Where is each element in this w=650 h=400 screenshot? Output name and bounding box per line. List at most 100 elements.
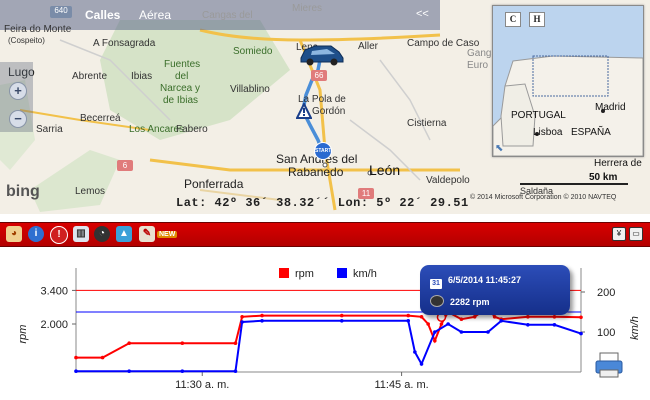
zoom-in-button[interactable]: + <box>9 82 27 100</box>
overview-button-c[interactable]: C <box>505 12 521 27</box>
y-tick-label: 2.000 <box>40 319 68 331</box>
y2-tick-label: 100 <box>597 327 615 339</box>
scale-label: 50 km <box>589 172 618 183</box>
data-point-rpm <box>426 322 430 326</box>
place-label: Fuentes <box>164 59 201 70</box>
y2-tick-label: 200 <box>597 287 615 299</box>
alert-icon[interactable]: ! <box>50 226 68 244</box>
tooltip-date-row: 31 6/5/2014 11:45:27 <box>430 275 521 289</box>
tab-streets[interactable]: Calles <box>85 8 120 22</box>
place-label: Mieres <box>292 3 323 14</box>
data-point-rpm <box>492 315 497 319</box>
place-label: Euro <box>467 60 489 71</box>
data-point-rpm <box>459 317 464 321</box>
map-tile-number: 640 <box>50 6 72 18</box>
data-point-rpm <box>419 315 424 319</box>
x-tick-label: 11:45 a. m. <box>374 379 428 391</box>
place-label: Villablino <box>230 84 270 95</box>
data-point-rpm <box>100 355 105 360</box>
data-point-rpm <box>180 341 185 345</box>
data-point-rpm <box>526 315 530 319</box>
place-label: Lemos <box>75 186 106 197</box>
speedometer-icon[interactable]: ◔ <box>94 226 110 242</box>
place-label: de Ibias <box>163 95 199 106</box>
place-label: Ponferrada <box>184 177 244 191</box>
data-point-km/h <box>74 369 78 373</box>
x-tick-label: 11:30 a. m. <box>175 379 229 391</box>
data-point-rpm <box>240 315 244 319</box>
data-point-km/h <box>127 369 131 373</box>
palette-icon[interactable]: ◕ <box>6 226 22 242</box>
overview-map[interactable]: C H PORTUGAL Madrid Lisboa ESPAÑA ⬉ <box>492 5 644 157</box>
data-point-km/h <box>526 323 530 327</box>
road-badge: 6 <box>117 160 133 171</box>
collapse-panel-button[interactable]: ¥ <box>612 227 626 241</box>
data-point-km/h <box>180 369 185 373</box>
ov-city-label: Lisboa <box>533 127 563 138</box>
zoom-out-button[interactable]: − <box>9 110 27 128</box>
data-point-rpm <box>260 313 264 318</box>
road-badge: 66 <box>311 70 327 81</box>
chart-icon[interactable]: ▲ <box>116 226 132 242</box>
data-point-km/h <box>233 369 238 373</box>
place-label: León <box>369 162 401 178</box>
data-point-rpm <box>406 313 411 318</box>
place-label: Narcea y <box>160 83 201 94</box>
data-point-rpm <box>233 341 238 345</box>
y-axis-label: rpm <box>17 325 29 344</box>
data-point-rpm <box>74 355 78 360</box>
bing-logo: bing <box>6 183 40 200</box>
data-point-rpm <box>552 315 557 319</box>
overview-resize-icon[interactable]: ⬉ <box>495 143 503 154</box>
y2-axis-label: km/h <box>629 316 641 340</box>
data-point-km/h <box>499 319 504 323</box>
data-point-km/h <box>433 330 437 334</box>
place-label: Cistierna <box>407 118 447 129</box>
data-point-rpm <box>472 315 477 319</box>
place-label: Sarria <box>36 124 63 135</box>
info-icon[interactable]: i <box>28 226 44 242</box>
chart-tooltip: 31 6/5/2014 11:45:27 2282 rpm <box>420 265 570 315</box>
place-label: A Fonsagrada <box>93 38 156 49</box>
place-label: (Cospeito) <box>8 36 45 45</box>
data-point-km/h <box>459 330 464 334</box>
ov-country-label: ESPAÑA <box>571 127 611 138</box>
ov-country-label: PORTUGAL <box>511 110 566 121</box>
place-label: del <box>175 71 189 82</box>
place-label: Fabero <box>176 124 208 135</box>
warning-icon[interactable] <box>296 103 312 119</box>
vehicle-car-icon[interactable] <box>297 42 345 66</box>
data-point-km/h <box>413 350 417 354</box>
collapse-button[interactable]: << <box>416 8 429 20</box>
new-badge: NEW <box>157 231 178 238</box>
coordinate-readout: Lat: 42º 36´ 38.32´´ Lon: 5º 22´ 29.51 <box>176 196 469 210</box>
data-point-km/h <box>486 330 490 334</box>
overview-button-h[interactable]: H <box>529 12 545 27</box>
data-point-km/h <box>339 319 344 323</box>
tab-aerial[interactable]: Aérea <box>139 8 171 22</box>
place-label: Saldaña <box>520 186 554 196</box>
data-point-rpm <box>439 322 444 326</box>
rpm-gauge-icon <box>430 295 444 307</box>
toolbar: ◕ i ! ▥ ◔ ▲ ✎ ¥ ▭ <box>0 222 650 247</box>
legend-kmh: km/h <box>337 268 377 280</box>
place-label: Ibias <box>131 71 153 82</box>
data-point-km/h <box>406 319 411 323</box>
legend-rpm: rpm <box>279 268 314 280</box>
data-point-rpm <box>127 341 131 345</box>
data-point-km/h <box>579 331 583 336</box>
series-line-km/h <box>76 319 582 373</box>
tag-icon[interactable]: ✎ <box>139 226 155 242</box>
place-label: Rabanedo <box>288 165 344 179</box>
print-icon[interactable] <box>594 352 624 378</box>
data-point-rpm <box>433 339 437 343</box>
gauge-icon[interactable]: ▥ <box>73 226 89 242</box>
place-label: Herrera de <box>594 158 642 169</box>
tooltip-value-row: 2282 rpm <box>430 295 490 307</box>
map-view[interactable]: 640 Calles Aérea << Feira do Monte (Cosp… <box>0 0 650 214</box>
data-point-km/h <box>260 319 264 323</box>
place-label: Abrente <box>72 71 108 82</box>
maximize-button[interactable]: ▭ <box>629 227 643 241</box>
start-marker-icon[interactable]: START <box>314 142 332 160</box>
data-point-km/h <box>240 320 244 324</box>
